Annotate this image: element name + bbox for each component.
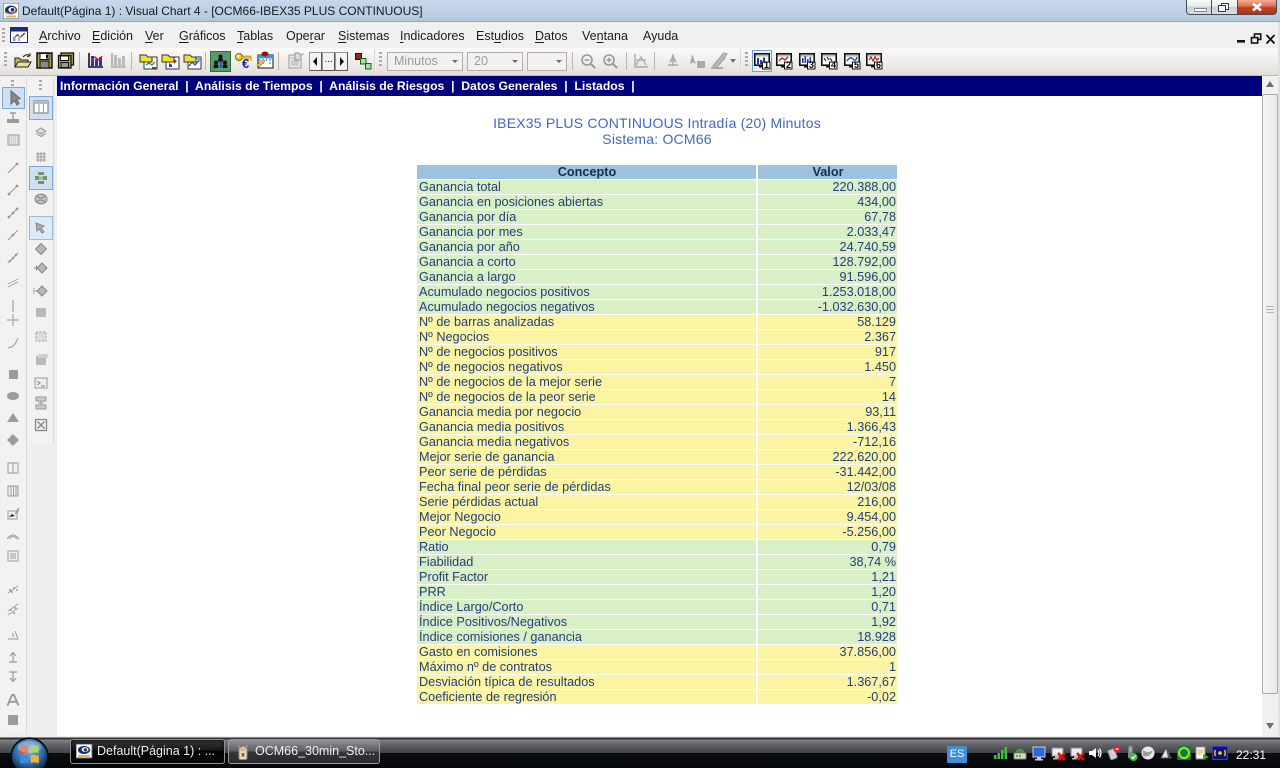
svg-text:4: 4 [831,60,836,70]
svg-text:3: 3 [809,60,814,70]
svg-text:5: 5 [854,60,859,70]
svg-text:6: 6 [876,60,881,70]
svg-text:2: 2 [786,60,791,70]
svg-text:1: 1 [764,60,769,70]
svg-text:€: € [242,56,249,70]
